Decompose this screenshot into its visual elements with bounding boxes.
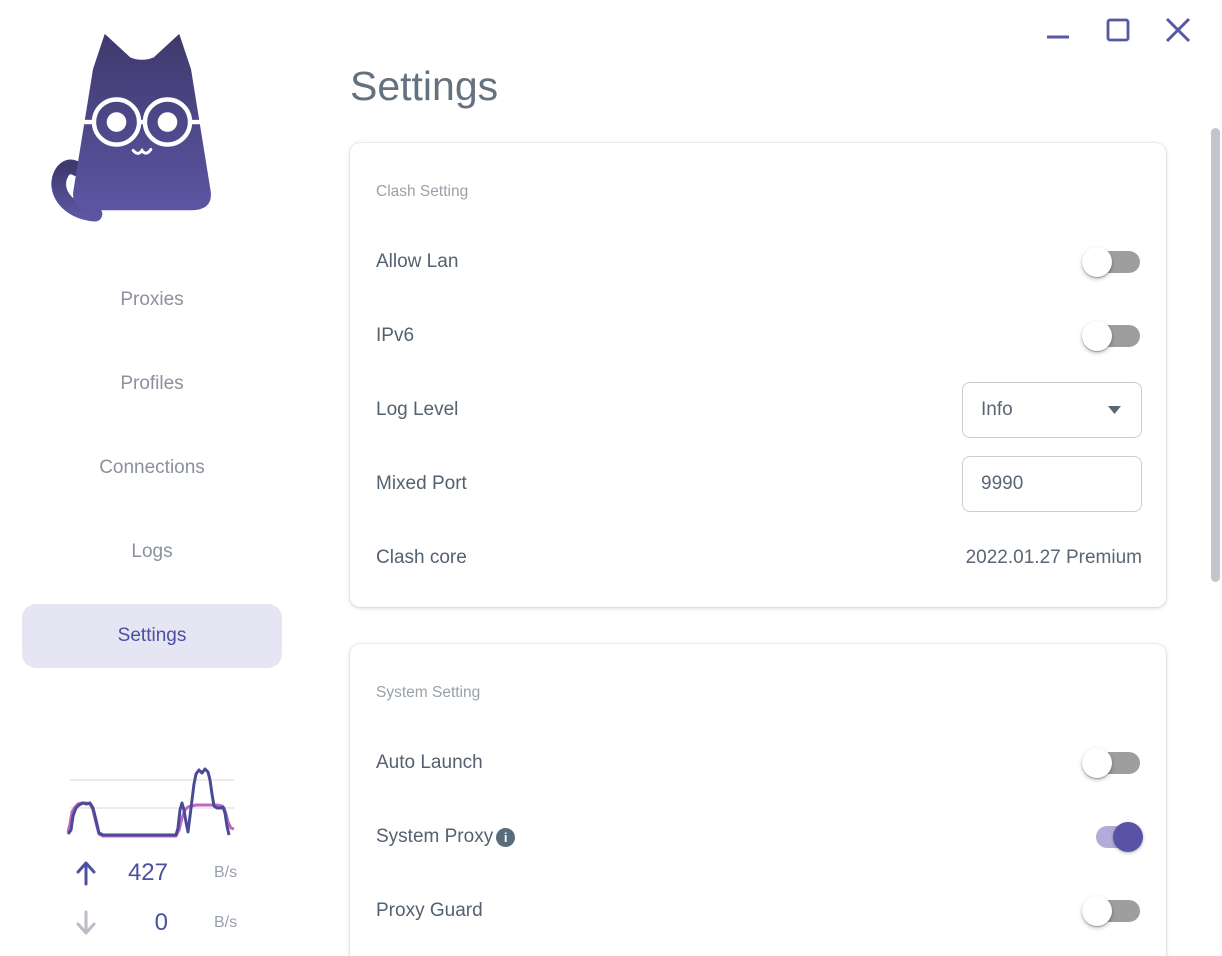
proxy-guard-toggle[interactable] <box>1082 896 1142 926</box>
ipv6-toggle[interactable] <box>1082 321 1142 351</box>
download-stat-row: 0 B/s <box>0 898 305 948</box>
upload-speed-unit: B/s <box>214 864 238 881</box>
sidebar: Proxies Profiles Connections Logs Settin… <box>0 0 305 956</box>
setting-label-text: System Proxy <box>376 826 494 847</box>
setting-row-allow-lan: Allow Lan <box>376 225 1142 299</box>
clash-settings-window: Proxies Profiles Connections Logs Settin… <box>0 0 1222 956</box>
setting-row-ipv6: IPv6 <box>376 299 1142 373</box>
clash-core-version: 2022.01.27 Premium <box>965 547 1142 568</box>
sidebar-item-label: Settings <box>117 625 187 646</box>
setting-label: System Proxy i <box>376 826 516 848</box>
setting-row-mixed-port: Mixed Port <box>376 447 1142 521</box>
clash-setting-card: Clash Setting Allow Lan IPv6 Log Level I… <box>350 143 1166 607</box>
sidebar-item-label: Profiles <box>120 373 184 394</box>
setting-label: Mixed Port <box>376 473 467 494</box>
setting-label: Allow Lan <box>376 251 459 272</box>
traffic-graph <box>66 767 235 838</box>
log-level-value: Info <box>981 399 1013 420</box>
upload-stat-row: 427 B/s <box>0 848 305 898</box>
card-title: Clash Setting <box>376 183 469 200</box>
sidebar-item-profiles[interactable]: Profiles <box>22 352 282 416</box>
toggle-knob <box>1082 321 1112 351</box>
toggle-knob <box>1113 822 1143 852</box>
setting-label: Proxy Guard <box>376 900 483 921</box>
sidebar-item-logs[interactable]: Logs <box>22 520 282 584</box>
setting-row-proxy-guard: Proxy Guard <box>376 874 1142 948</box>
chevron-down-icon <box>1108 406 1121 414</box>
download-arrow-icon <box>76 910 96 935</box>
sidebar-item-settings[interactable]: Settings <box>22 604 282 668</box>
traffic-stats: 427 B/s 0 B/s <box>0 848 305 948</box>
setting-row-clash-core: Clash core 2022.01.27 Premium <box>376 521 1142 595</box>
auto-launch-toggle[interactable] <box>1082 748 1142 778</box>
toggle-knob <box>1082 748 1112 778</box>
info-icon[interactable]: i <box>496 827 516 847</box>
upload-series-line <box>66 767 231 837</box>
sidebar-item-label: Logs <box>131 541 173 562</box>
log-level-select[interactable]: Info <box>962 382 1142 438</box>
download-speed-value: 0 <box>154 909 168 936</box>
upload-speed-value: 427 <box>127 859 168 886</box>
setting-row-system-proxy: System Proxy i <box>376 800 1143 874</box>
scrollbar-thumb[interactable] <box>1211 128 1220 582</box>
setting-label: Clash core <box>376 547 467 568</box>
setting-row-log-level: Log Level Info <box>376 373 1142 447</box>
sidebar-nav: Proxies Profiles Connections Logs Settin… <box>22 268 282 688</box>
setting-label: IPv6 <box>376 325 415 346</box>
setting-label: Log Level <box>376 399 459 420</box>
setting-row-auto-launch: Auto Launch <box>376 726 1142 800</box>
system-setting-card: System Setting Auto Launch System Proxy … <box>350 644 1166 956</box>
sidebar-item-proxies[interactable]: Proxies <box>22 268 282 332</box>
card-title: System Setting <box>376 684 481 701</box>
toggle-knob <box>1082 247 1112 277</box>
page-title: Settings <box>350 63 499 109</box>
sidebar-item-label: Connections <box>99 457 205 478</box>
main-content: Settings Clash Setting Allow Lan IPv6 Lo… <box>350 0 1166 956</box>
download-speed-unit: B/s <box>214 914 238 931</box>
upload-arrow-icon <box>76 861 96 886</box>
mixed-port-input[interactable] <box>962 456 1142 512</box>
allow-lan-toggle[interactable] <box>1082 247 1142 277</box>
setting-label: Auto Launch <box>376 752 483 773</box>
sidebar-item-connections[interactable]: Connections <box>22 436 282 500</box>
clash-cat-logo <box>51 33 211 222</box>
close-icon <box>1165 17 1191 43</box>
sidebar-item-label: Proxies <box>120 289 184 310</box>
system-proxy-toggle[interactable] <box>1082 822 1143 852</box>
toggle-knob <box>1082 896 1112 926</box>
